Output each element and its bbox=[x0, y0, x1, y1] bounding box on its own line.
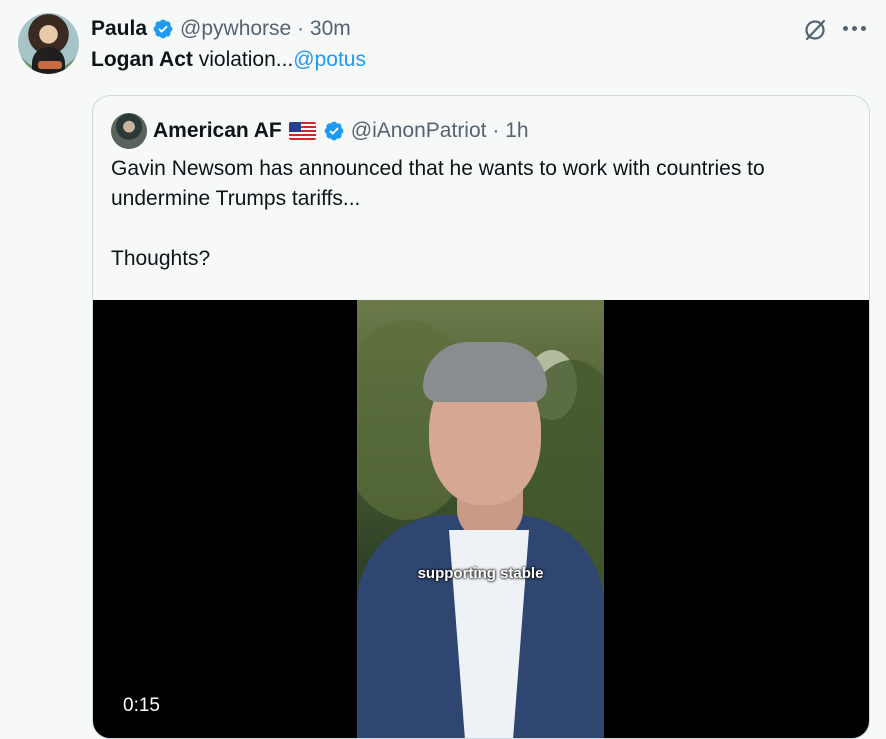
us-flag-icon bbox=[288, 122, 316, 140]
author-name[interactable]: Paula bbox=[91, 17, 147, 41]
video-duration: 0:15 bbox=[123, 695, 160, 716]
author-avatar[interactable] bbox=[18, 13, 79, 74]
video-caption: supporting stable bbox=[417, 565, 544, 582]
quoted-text-line2: Thoughts? bbox=[111, 247, 211, 270]
more-options-icon[interactable] bbox=[843, 26, 866, 31]
author-handle[interactable]: @pywhorse bbox=[180, 17, 291, 41]
post-text-plain: violation... bbox=[192, 48, 294, 71]
mention-link[interactable]: @potus bbox=[293, 48, 366, 71]
verified-badge-icon bbox=[153, 19, 173, 39]
video-player[interactable]: supporting stable 0:15 bbox=[93, 300, 869, 738]
video-frame: supporting stable bbox=[357, 300, 604, 738]
quoted-author-handle[interactable]: @iAnonPatriot bbox=[351, 119, 487, 143]
quoted-author-avatar[interactable] bbox=[111, 113, 147, 149]
quoted-post[interactable]: American AF @iAnonPatriot · 1h Gavin New… bbox=[92, 95, 870, 739]
quoted-post-time[interactable]: 1h bbox=[505, 119, 528, 143]
grok-icon[interactable] bbox=[802, 17, 828, 43]
post-time[interactable]: 30m bbox=[310, 17, 351, 41]
quoted-author-name[interactable]: American AF bbox=[153, 119, 282, 143]
post-header: Paula @pywhorse · 30m bbox=[91, 16, 351, 42]
post-text-bold: Logan Act bbox=[91, 48, 193, 71]
verified-badge-icon bbox=[324, 121, 344, 141]
post-text: Logan Act violation...@potus bbox=[91, 48, 366, 72]
header-separator: · bbox=[291, 17, 310, 40]
quoted-post-header: American AF @iAnonPatriot · 1h bbox=[153, 116, 529, 146]
quoted-post-text: Gavin Newsom has announced that he wants… bbox=[111, 154, 856, 274]
quoted-header-separator: · bbox=[486, 119, 506, 142]
quoted-text-line1: Gavin Newsom has announced that he wants… bbox=[111, 157, 765, 210]
